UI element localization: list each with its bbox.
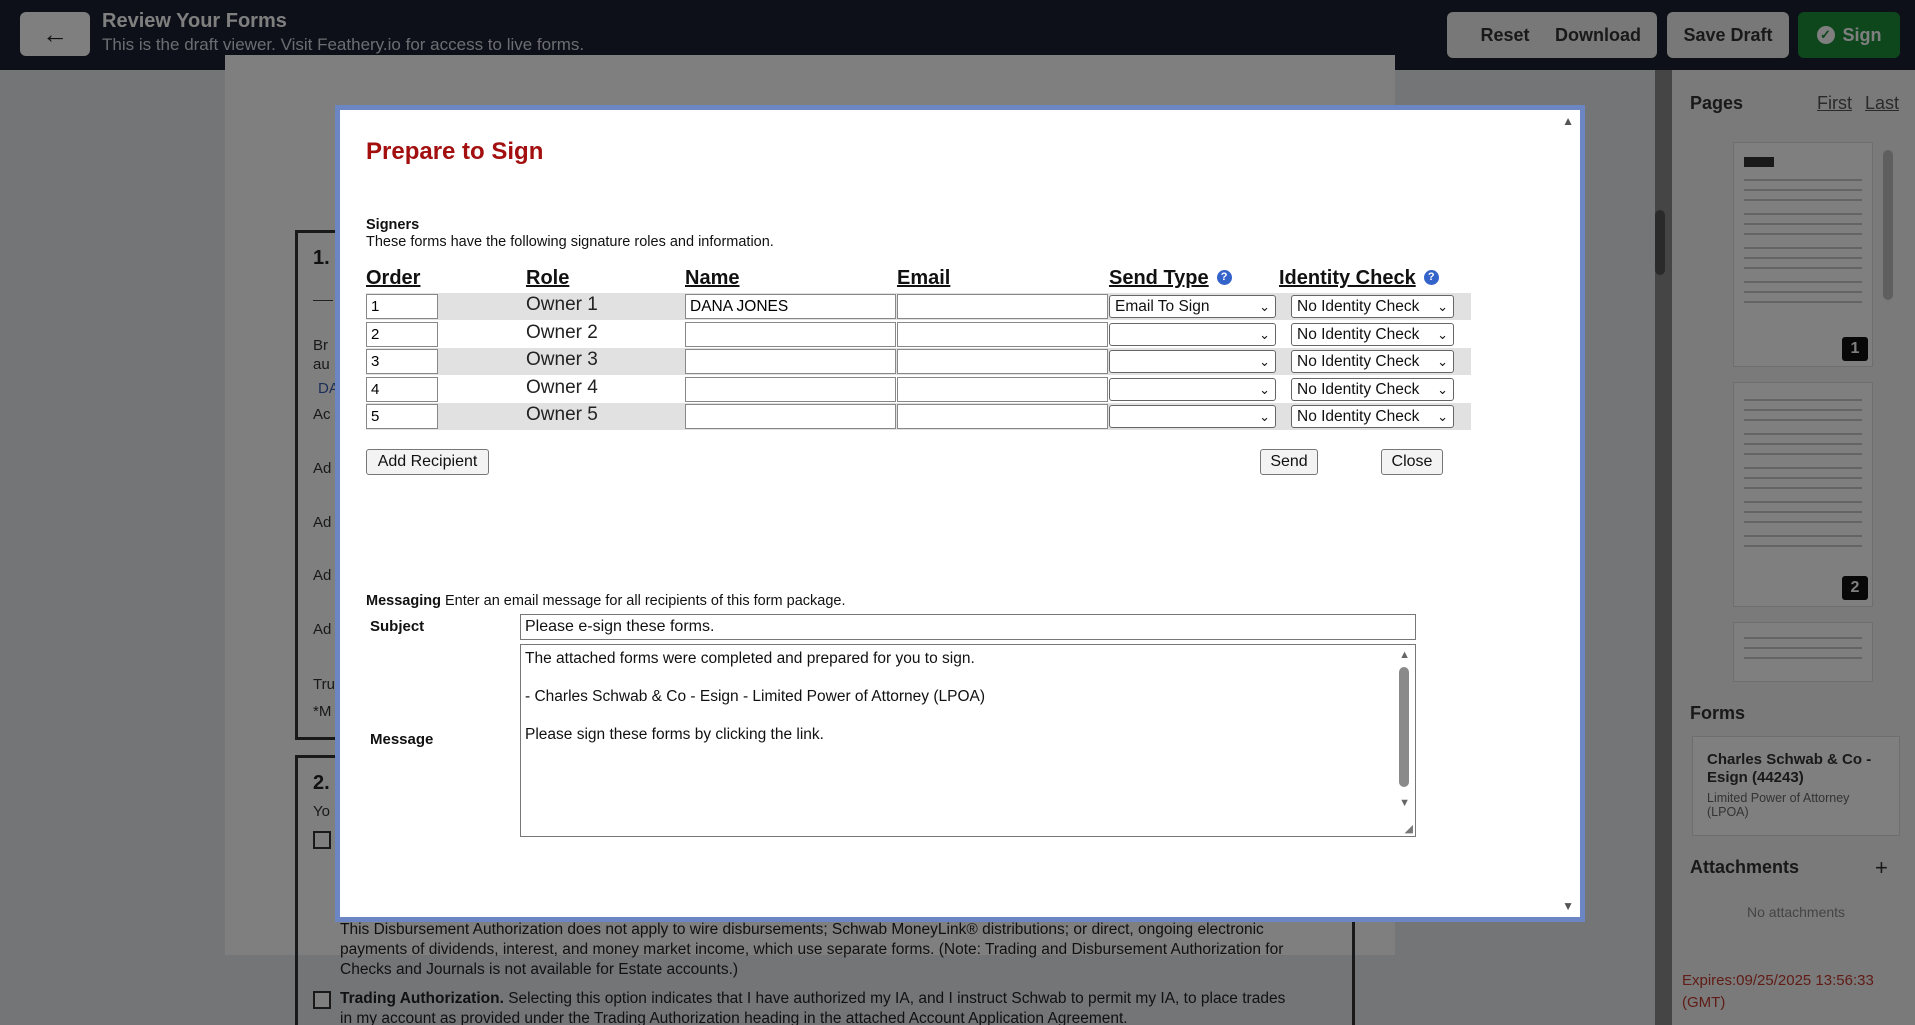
email-input[interactable] <box>897 377 1108 402</box>
message-line: Please sign these forms by clicking the … <box>525 726 824 743</box>
close-button[interactable]: Close <box>1381 449 1443 475</box>
scroll-up-icon[interactable]: ▲ <box>1562 114 1574 128</box>
message-line: The attached forms were completed and pr… <box>525 650 975 667</box>
signer-row: Owner 5 ⌄ No Identity Check ⌄ <box>366 403 1471 430</box>
prepare-to-sign-dialog: ▲ ▼ Prepare to Sign Signers These forms … <box>335 105 1585 922</box>
order-input[interactable] <box>366 294 438 319</box>
column-header-order: Order <box>366 267 421 289</box>
chevron-down-icon: ⌄ <box>1259 327 1270 342</box>
send-type-select[interactable]: ⌄ <box>1109 405 1276 428</box>
send-type-select[interactable]: ⌄ <box>1109 323 1276 346</box>
messaging-label: Messaging <box>366 593 441 609</box>
email-input[interactable] <box>897 322 1108 347</box>
messaging-description: Enter an email message for all recipient… <box>440 593 846 609</box>
order-input[interactable] <box>366 377 438 402</box>
email-input[interactable] <box>897 404 1108 429</box>
send-button[interactable]: Send <box>1260 449 1318 475</box>
name-input[interactable] <box>685 404 896 429</box>
name-input[interactable] <box>685 349 896 374</box>
column-header-role: Role <box>526 267 570 289</box>
subject-input[interactable]: Please e-sign these forms. <box>520 614 1416 640</box>
identity-check-value: No Identity Check <box>1297 353 1420 370</box>
message-label: Message <box>370 731 434 748</box>
identity-check-select[interactable]: No Identity Check ⌄ <box>1291 405 1454 428</box>
signer-row: Owner 4 ⌄ No Identity Check ⌄ <box>366 376 1471 403</box>
role-label: Owner 4 <box>526 377 598 398</box>
chevron-down-icon: ⌄ <box>1259 382 1270 397</box>
column-header-identity-check: Identity Check? <box>1279 267 1439 290</box>
email-input[interactable] <box>897 349 1108 374</box>
role-label: Owner 2 <box>526 322 598 343</box>
message-scrollbar[interactable] <box>1399 667 1409 787</box>
signer-row: Owner 1 Email To Sign ⌄ No Identity Check… <box>366 293 1471 320</box>
chevron-down-icon: ⌄ <box>1437 299 1448 314</box>
identity-check-select[interactable]: No Identity Check ⌄ <box>1291 323 1454 346</box>
name-input[interactable] <box>685 377 896 402</box>
chevron-down-icon: ⌄ <box>1437 409 1448 424</box>
scroll-down-icon[interactable]: ▼ <box>1399 797 1410 809</box>
identity-check-select[interactable]: No Identity Check ⌄ <box>1291 295 1454 318</box>
message-textarea[interactable]: The attached forms were completed and pr… <box>520 644 1416 837</box>
signers-heading: Signers <box>366 217 420 233</box>
role-label: Owner 5 <box>526 404 598 425</box>
identity-check-select[interactable]: No Identity Check ⌄ <box>1291 350 1454 373</box>
identity-check-value: No Identity Check <box>1297 298 1420 315</box>
scroll-up-icon[interactable]: ▲ <box>1399 649 1410 661</box>
dialog-title: Prepare to Sign <box>366 138 544 165</box>
subject-label: Subject <box>370 618 425 635</box>
message-line: - Charles Schwab & Co - Esign - Limited … <box>525 688 986 705</box>
messaging-line: Messaging Enter an email message for all… <box>366 593 846 609</box>
identity-check-label: Identity Check <box>1279 267 1416 289</box>
identity-check-select[interactable]: No Identity Check ⌄ <box>1291 378 1454 401</box>
identity-check-value: No Identity Check <box>1297 381 1420 398</box>
chevron-down-icon: ⌄ <box>1259 299 1270 314</box>
order-input[interactable] <box>366 349 438 374</box>
send-type-select[interactable]: ⌄ <box>1109 378 1276 401</box>
chevron-down-icon: ⌄ <box>1437 382 1448 397</box>
chevron-down-icon: ⌄ <box>1259 409 1270 424</box>
resize-grip-icon[interactable]: ◢ <box>1405 822 1413 835</box>
signer-row: Owner 2 ⌄ No Identity Check ⌄ <box>366 321 1471 348</box>
signers-description: These forms have the following signature… <box>366 234 774 250</box>
chevron-down-icon: ⌄ <box>1259 354 1270 369</box>
send-type-select[interactable]: Email To Sign ⌄ <box>1109 295 1276 318</box>
send-type-value: Email To Sign <box>1115 298 1210 315</box>
column-header-name: Name <box>685 267 740 289</box>
help-icon[interactable]: ? <box>1216 270 1232 285</box>
column-header-send-type: Send Type? <box>1109 267 1232 290</box>
identity-check-value: No Identity Check <box>1297 408 1420 425</box>
signer-row: Owner 3 ⌄ No Identity Check ⌄ <box>366 348 1471 375</box>
column-header-email: Email <box>897 267 951 289</box>
role-label: Owner 1 <box>526 294 598 315</box>
order-input[interactable] <box>366 322 438 347</box>
name-input[interactable] <box>685 322 896 347</box>
email-input[interactable] <box>897 294 1108 319</box>
chevron-down-icon: ⌄ <box>1437 354 1448 369</box>
send-type-select[interactable]: ⌄ <box>1109 350 1276 373</box>
chevron-down-icon: ⌄ <box>1437 327 1448 342</box>
scroll-down-icon[interactable]: ▼ <box>1562 899 1574 913</box>
name-input[interactable] <box>685 294 896 319</box>
send-type-label: Send Type <box>1109 267 1209 289</box>
role-label: Owner 3 <box>526 349 598 370</box>
order-input[interactable] <box>366 404 438 429</box>
help-icon[interactable]: ? <box>1423 270 1439 285</box>
add-recipient-button[interactable]: Add Recipient <box>366 449 489 475</box>
identity-check-value: No Identity Check <box>1297 326 1420 343</box>
